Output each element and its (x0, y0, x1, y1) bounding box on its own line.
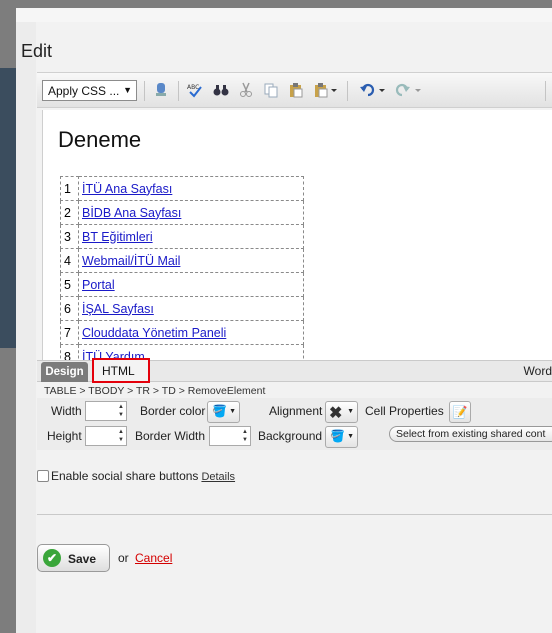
chevron-down-icon: ▼ (229, 408, 236, 415)
width-input[interactable]: ▲ ▼ (85, 401, 127, 421)
spellcheck-icon[interactable]: ABC (187, 82, 203, 98)
link-itu-home[interactable]: İTÜ Ana Sayfası (82, 182, 172, 196)
spin-up-icon[interactable]: ▲ (118, 429, 124, 435)
cell-properties-label: Cell Properties (365, 404, 444, 418)
border-color-picker[interactable]: 🪣 ▼ (207, 401, 240, 423)
background-label: Background (258, 429, 323, 443)
link-bidb-home[interactable]: BİDB Ana Sayfası (82, 206, 181, 220)
find-icon[interactable] (213, 82, 229, 98)
link-cell: Clouddata Yönetim Paneli (78, 320, 304, 345)
spin-down-icon[interactable]: ▼ (118, 437, 124, 443)
row-number: 6 (60, 296, 79, 321)
element-path-breadcrumb: TABLE > TBODY > TR > TD > RemoveElement (44, 385, 266, 397)
row-number: 4 (60, 248, 79, 273)
row-number: 1 (60, 176, 79, 201)
document-heading: Deneme (58, 127, 142, 152)
table-row: 6 İŞAL Sayfası (60, 296, 304, 321)
spin-up-icon[interactable]: ▲ (242, 429, 248, 435)
checkmark-icon: ✔ (43, 549, 61, 567)
spin-up-icon[interactable]: ▲ (118, 404, 124, 410)
tab-html[interactable]: HTML (92, 358, 150, 383)
apply-css-label: Apply CSS ... (48, 84, 120, 98)
border-width-label: Border Width (135, 429, 206, 443)
table-row: 5 Portal (60, 272, 304, 297)
table-row: 3 BT Eğitimleri (60, 224, 304, 249)
dialog-top-strip (16, 8, 552, 22)
word-count-label: Word (523, 364, 552, 378)
divider (37, 514, 552, 515)
row-number: 8 (60, 344, 79, 360)
row-number: 5 (60, 272, 79, 297)
social-share-label: Enable social share buttons (51, 469, 199, 483)
toolbar-separator (144, 81, 145, 101)
paste-icon[interactable] (288, 82, 304, 98)
link-cell: Webmail/İTÜ Mail (78, 248, 304, 273)
cell-properties-button[interactable]: 📝 (449, 401, 471, 423)
cell-properties-panel: Width ▲ ▼ Border color 🪣 ▼ Alignment ✖ ▼ Ce… (37, 398, 552, 450)
no-alignment-icon: ✖ (329, 405, 343, 422)
toolbar-separator (545, 81, 546, 101)
editor-content-area[interactable]: Deneme 1 İTÜ Ana Sayfası 2 BİDB Ana Sayfas… (42, 110, 552, 360)
dialog-title: Edit (21, 41, 53, 61)
paint-bucket-icon: 🪣 (212, 404, 227, 418)
save-button[interactable]: ✔ Save (37, 544, 110, 572)
undo-icon[interactable] (359, 82, 387, 98)
link-clouddata[interactable]: Clouddata Yönetim Paneli (82, 326, 226, 340)
table-row: 7 Clouddata Yönetim Paneli (60, 320, 304, 345)
table-row: 2 BİDB Ana Sayfası (60, 200, 304, 225)
link-cell: BİDB Ana Sayfası (78, 200, 304, 225)
tab-design[interactable]: Design (41, 362, 88, 382)
spin-down-icon[interactable]: ▼ (118, 412, 124, 418)
insert-media-icon[interactable] (153, 82, 169, 98)
social-share-option: Enable social share buttons Details (37, 469, 235, 483)
editor-mode-tabs: Design HTML Word (37, 358, 552, 383)
width-label: Width (51, 404, 82, 418)
select-shared-content-button[interactable]: Select from existing shared cont (389, 426, 552, 442)
alignment-label: Alignment (269, 404, 323, 418)
toolbar-separator (178, 81, 179, 101)
link-cell: Portal (78, 272, 304, 297)
link-portal[interactable]: Portal (82, 278, 115, 292)
apply-css-select[interactable]: Apply CSS ... ▼ (42, 80, 137, 101)
toolbar-separator (347, 81, 348, 101)
edit-properties-icon: 📝 (452, 405, 468, 419)
table-row: 1 İTÜ Ana Sayfası (60, 176, 304, 201)
background-color-picker[interactable]: 🪣 ▼ (325, 426, 358, 448)
link-cell: BT Eğitimleri (78, 224, 304, 249)
editor-toolbar: Apply CSS ... ▼ ABC (37, 72, 552, 108)
link-webmail[interactable]: Webmail/İTÜ Mail (82, 254, 180, 268)
alignment-select[interactable]: ✖ ▼ (325, 401, 358, 423)
paint-bucket-icon: 🪣 (330, 429, 345, 443)
border-width-input[interactable]: ▲ ▼ (209, 426, 251, 446)
paste-dropdown-icon[interactable] (313, 82, 339, 98)
height-label: Height (47, 429, 82, 443)
row-number: 3 (60, 224, 79, 249)
link-cell: İTÜ Ana Sayfası (78, 176, 304, 201)
social-share-checkbox[interactable] (37, 470, 49, 482)
save-label: Save (68, 552, 97, 566)
social-details-link[interactable]: Details (201, 471, 235, 483)
cancel-link[interactable]: Cancel (135, 551, 172, 565)
chevron-down-icon: ▼ (347, 433, 354, 440)
cut-icon[interactable] (238, 82, 254, 98)
link-cell: İŞAL Sayfası (78, 296, 304, 321)
or-text: or (118, 551, 129, 565)
border-color-label: Border color (140, 404, 206, 418)
copy-icon[interactable] (263, 82, 279, 98)
chevron-down-icon: ▼ (347, 408, 354, 415)
table-row: 4 Webmail/İTÜ Mail (60, 248, 304, 273)
chevron-down-icon: ▼ (123, 85, 132, 95)
row-number: 7 (60, 320, 79, 345)
links-table: 1 İTÜ Ana Sayfası 2 BİDB Ana Sayfası 3 BT E… (60, 176, 304, 360)
row-number: 2 (60, 200, 79, 225)
redo-icon[interactable] (395, 82, 423, 98)
backdrop-panel (0, 68, 16, 348)
link-bt-trainings[interactable]: BT Eğitimleri (82, 230, 153, 244)
link-isal[interactable]: İŞAL Sayfası (82, 302, 154, 316)
height-input[interactable]: ▲ ▼ (85, 426, 127, 446)
spin-down-icon[interactable]: ▼ (242, 437, 248, 443)
